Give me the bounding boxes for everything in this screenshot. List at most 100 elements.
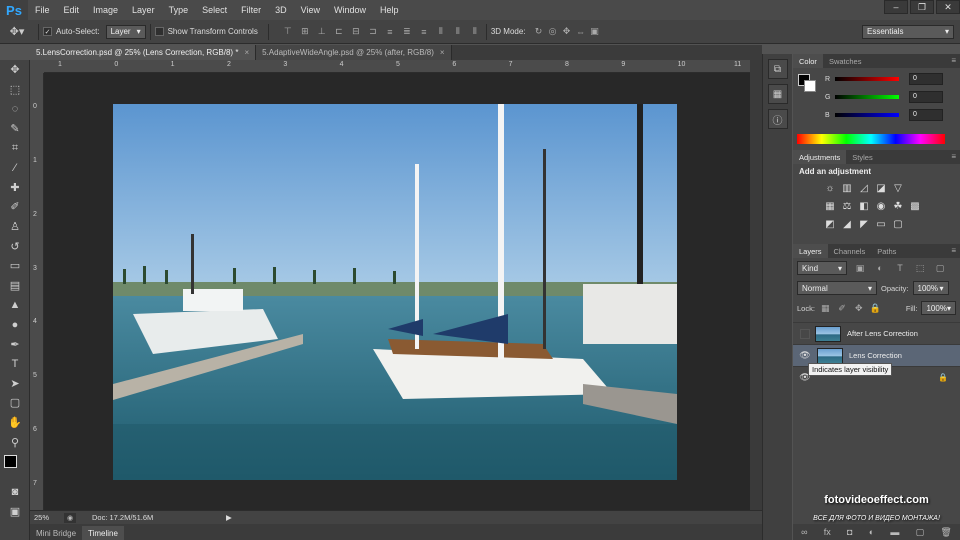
photo-filter-icon[interactable]: ◉: [874, 199, 888, 213]
close-tab-icon[interactable]: ×: [244, 48, 249, 57]
distribute-vcenter-icon[interactable]: ≣: [400, 26, 414, 38]
link-layers-icon[interactable]: ∞: [801, 527, 807, 537]
gradient-map-icon[interactable]: ▭: [874, 217, 888, 231]
3d-drag-icon[interactable]: ✥: [560, 26, 574, 38]
properties-panel-icon[interactable]: ▦: [767, 84, 788, 104]
opacity-input[interactable]: 100% ▾: [912, 281, 949, 295]
rectangle-tool-icon[interactable]: ▢: [0, 393, 30, 413]
transform-controls-checkbox[interactable]: [154, 27, 164, 36]
document-photo[interactable]: [113, 104, 677, 480]
posterize-icon[interactable]: ◢: [840, 217, 854, 231]
red-slider[interactable]: [835, 77, 899, 81]
new-layer-icon[interactable]: ▢: [916, 527, 925, 538]
status-info-icon[interactable]: ◉: [64, 512, 76, 523]
tab-timeline[interactable]: Timeline: [82, 526, 124, 540]
menu-type[interactable]: Type: [162, 0, 196, 20]
distribute-top-icon[interactable]: ≡: [383, 26, 397, 38]
black-white-icon[interactable]: ◧: [857, 199, 871, 213]
filter-type-icon[interactable]: T: [893, 262, 907, 274]
healing-brush-tool-icon[interactable]: ✚: [0, 178, 30, 198]
blue-value-input[interactable]: 0: [909, 109, 943, 121]
move-tool-preset-icon[interactable]: ✥▾: [0, 20, 34, 44]
screen-mode-icon[interactable]: ▣: [0, 501, 30, 521]
align-vcenter-icon[interactable]: ⊞: [298, 26, 312, 38]
foreground-color-swatch[interactable]: [4, 454, 17, 468]
menu-view[interactable]: View: [294, 0, 327, 20]
status-menu-arrow-icon[interactable]: ▶: [226, 513, 232, 522]
tab-mini-bridge[interactable]: Mini Bridge: [30, 526, 82, 540]
lasso-tool-icon[interactable]: ◌: [0, 99, 30, 119]
blur-tool-icon[interactable]: ▲: [0, 295, 30, 315]
auto-select-dropdown[interactable]: Layer ▾: [105, 24, 146, 39]
eyedropper-tool-icon[interactable]: ⁄: [0, 158, 30, 178]
trash-icon[interactable]: 🗑: [940, 527, 951, 538]
menu-image[interactable]: Image: [86, 0, 125, 20]
path-selection-tool-icon[interactable]: ➤: [0, 374, 30, 394]
fx-icon[interactable]: fx: [824, 527, 831, 537]
align-right-icon[interactable]: ⊐: [366, 26, 380, 38]
gradient-tool-icon[interactable]: ▤: [0, 276, 30, 296]
menu-file[interactable]: File: [28, 0, 57, 20]
distribute-left-icon[interactable]: ⦀: [434, 26, 448, 38]
horizontal-ruler[interactable]: 1 0 1 2 3 4 5 6 7 8 9 10 11: [44, 60, 750, 73]
align-hcenter-icon[interactable]: ⊟: [349, 26, 363, 38]
tab-color[interactable]: Color: [793, 54, 823, 68]
selective-color-icon[interactable]: ▢: [891, 217, 905, 231]
tab-layers[interactable]: Layers: [793, 244, 828, 258]
3d-slide-icon[interactable]: ⇔: [574, 26, 588, 38]
color-spectrum-ramp[interactable]: [797, 134, 945, 144]
info-panel-icon[interactable]: ⓘ: [767, 109, 788, 129]
invert-icon[interactable]: ◩: [823, 217, 837, 231]
filter-adjustment-icon[interactable]: ◐: [873, 262, 887, 274]
green-value-input[interactable]: 0: [909, 91, 943, 103]
layer-row[interactable]: After Lens Correction: [793, 322, 960, 344]
lock-position-icon[interactable]: ✥: [852, 302, 865, 314]
brightness-contrast-icon[interactable]: ☼: [823, 181, 837, 195]
hue-saturation-icon[interactable]: ▦: [823, 199, 837, 213]
tab-paths[interactable]: Paths: [871, 244, 902, 258]
menu-filter[interactable]: Filter: [234, 0, 268, 20]
green-slider[interactable]: [835, 95, 899, 99]
filter-shape-icon[interactable]: ⬚: [913, 262, 927, 274]
align-left-icon[interactable]: ⊏: [332, 26, 346, 38]
history-panel-icon[interactable]: ⧉: [767, 59, 788, 79]
threshold-icon[interactable]: ◤: [857, 217, 871, 231]
menu-edit[interactable]: Edit: [57, 0, 87, 20]
clone-stamp-tool-icon[interactable]: ♙: [0, 217, 30, 237]
tab-lens-correction[interactable]: 5.LensCorrection.psd @ 25% (Lens Correct…: [30, 45, 257, 60]
quick-selection-tool-icon[interactable]: ✎: [0, 119, 30, 139]
visibility-toggle-empty[interactable]: [800, 328, 810, 339]
fill-input[interactable]: 100% ▾: [921, 301, 956, 315]
menu-select[interactable]: Select: [195, 0, 234, 20]
workspace-dropdown[interactable]: Essentials ▾: [862, 24, 954, 39]
type-tool-icon[interactable]: T: [0, 354, 30, 374]
filter-pixel-icon[interactable]: ▣: [853, 262, 867, 274]
zoom-tool-icon[interactable]: ⚲: [0, 432, 30, 452]
tab-swatches[interactable]: Swatches: [823, 54, 868, 68]
lock-all-icon[interactable]: 🔒: [869, 302, 882, 314]
distribute-bottom-icon[interactable]: ≡: [417, 26, 431, 38]
color-swatches[interactable]: [0, 452, 30, 482]
add-mask-icon[interactable]: ◘: [847, 527, 852, 537]
vertical-scrollbar[interactable]: [750, 60, 762, 510]
move-tool-icon[interactable]: ✥: [0, 60, 30, 80]
tab-channels[interactable]: Channels: [828, 244, 872, 258]
align-top-icon[interactable]: ⊤: [281, 26, 295, 38]
quick-mask-icon[interactable]: ◙: [0, 482, 30, 502]
eraser-tool-icon[interactable]: ▭: [0, 256, 30, 276]
menu-help[interactable]: Help: [373, 0, 406, 20]
3d-scale-icon[interactable]: ▣: [588, 26, 602, 38]
ruler-corner[interactable]: [30, 60, 44, 73]
new-adjustment-icon[interactable]: ◐: [869, 527, 874, 537]
red-value-input[interactable]: 0: [909, 73, 943, 85]
lock-image-icon[interactable]: ✐: [836, 302, 849, 314]
tab-adjustments[interactable]: Adjustments: [793, 150, 847, 164]
marquee-tool-icon[interactable]: ⬚: [0, 80, 30, 100]
curves-icon[interactable]: ◿: [857, 181, 871, 195]
color-balance-icon[interactable]: ⚖: [840, 199, 854, 213]
minimize-button[interactable]: –: [884, 0, 908, 14]
tab-styles[interactable]: Styles: [846, 150, 878, 164]
panel-menu-icon[interactable]: ≡: [951, 56, 956, 65]
channel-mixer-icon[interactable]: ☘: [891, 199, 905, 213]
distribute-hcenter-icon[interactable]: ⦀: [451, 26, 465, 38]
